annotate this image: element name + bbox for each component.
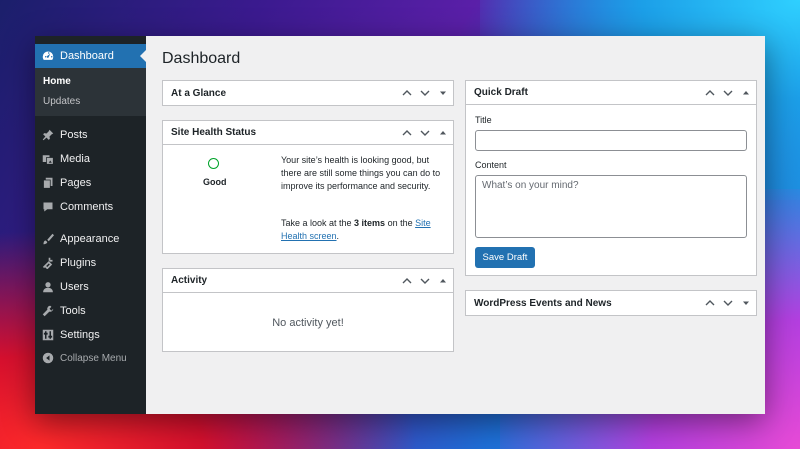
move-up-chevron-icon[interactable]: [401, 274, 413, 288]
sidebar-item-pages[interactable]: Pages: [35, 172, 146, 194]
widget-title: WordPress Events and News: [474, 297, 612, 309]
page-title: Dashboard: [162, 50, 241, 67]
toggle-caret-icon[interactable]: [437, 126, 449, 140]
sidebar-item-users[interactable]: Users: [35, 276, 146, 298]
widget-title: At a Glance: [171, 87, 227, 99]
settings-icon: [41, 329, 54, 342]
at-a-glance-widget: At a Glance: [162, 80, 454, 106]
sidebar-item-label: Posts: [60, 129, 88, 141]
widget-header[interactable]: WordPress Events and News: [466, 291, 756, 315]
comment-icon: [41, 201, 54, 214]
sidebar-item-dashboard[interactable]: Dashboard: [35, 44, 146, 68]
widget-controls: [704, 86, 752, 100]
move-up-chevron-icon[interactable]: [704, 86, 716, 100]
sidebar-item-label: Settings: [60, 329, 100, 341]
health-link-row: Take a look at the 3 items on the Site H…: [281, 217, 443, 243]
sidebar-item-label: Comments: [60, 201, 114, 213]
widget-controls: [401, 126, 449, 140]
site-health-widget: Site Health Status Good Your site’s heal…: [162, 120, 454, 254]
events-news-widget: WordPress Events and News: [465, 290, 757, 316]
widget-title: Quick Draft: [474, 87, 528, 98]
move-down-chevron-icon[interactable]: [722, 296, 734, 310]
move-up-chevron-icon[interactable]: [401, 126, 413, 140]
pin-icon: [41, 129, 54, 142]
wordpress-admin-window: Dashboard Home Updates Posts Media Pages: [35, 36, 765, 414]
sidebar-item-label: Users: [60, 281, 89, 293]
sidebar-item-label: Tools: [60, 305, 86, 317]
sidebar-item-label: Appearance: [60, 233, 120, 245]
plug-icon: [41, 257, 54, 270]
save-draft-button[interactable]: Save Draft: [475, 247, 535, 268]
health-link-mid: on the: [385, 218, 416, 228]
media-icon: [41, 153, 54, 166]
quick-draft-widget: Quick Draft Title Content What’s on your…: [465, 80, 757, 276]
move-down-chevron-icon[interactable]: [419, 274, 431, 288]
widget-title: Activity: [171, 275, 208, 286]
content-field-label: Content: [475, 160, 507, 170]
title-field-label: Title: [475, 115, 492, 125]
health-items-count: 3 items: [354, 218, 386, 228]
move-down-chevron-icon[interactable]: [722, 86, 734, 100]
collapse-menu-label: Collapse Menu: [60, 352, 127, 364]
sidebar-item-label: Plugins: [60, 257, 97, 269]
move-up-chevron-icon[interactable]: [401, 86, 413, 100]
move-down-chevron-icon[interactable]: [419, 86, 431, 100]
admin-sidebar: Dashboard Home Updates Posts Media Pages: [35, 36, 146, 414]
toggle-caret-icon[interactable]: [437, 274, 449, 288]
health-status-label: Good: [203, 177, 227, 187]
collapse-arrow-icon: [41, 352, 54, 365]
sidebar-item-appearance[interactable]: Appearance: [35, 228, 146, 250]
sidebar-item-tools[interactable]: Tools: [35, 300, 146, 322]
health-link-prefix: Take a look at the: [281, 218, 355, 228]
activity-widget: Activity No activity yet!: [162, 268, 454, 352]
toggle-caret-icon[interactable]: [740, 296, 752, 310]
user-icon: [41, 281, 54, 294]
widget-controls: [401, 86, 449, 100]
health-message: Your site’s health is looking good, but …: [281, 155, 441, 191]
move-up-chevron-icon[interactable]: [704, 296, 716, 310]
dashboard-content: Dashboard At a Glance Site Health Status: [146, 36, 765, 414]
no-activity-message: No activity yet!: [272, 317, 344, 329]
submenu-item-home[interactable]: Home: [43, 76, 71, 87]
widget-title: Site Health Status: [171, 127, 257, 138]
wrench-icon: [41, 305, 54, 318]
sidebar-item-label: Dashboard: [60, 50, 114, 62]
toggle-caret-icon[interactable]: [740, 86, 752, 100]
widget-header[interactable]: At a Glance: [163, 81, 453, 105]
draft-title-input[interactable]: [475, 130, 747, 151]
sidebar-item-comments[interactable]: Comments: [35, 196, 146, 218]
collapse-menu-button[interactable]: Collapse Menu: [35, 347, 146, 369]
widget-header[interactable]: Activity: [163, 269, 453, 293]
toggle-caret-icon[interactable]: [437, 86, 449, 100]
pages-icon: [41, 177, 54, 190]
draft-content-textarea[interactable]: What’s on your mind?: [475, 175, 747, 238]
sidebar-item-posts[interactable]: Posts: [35, 124, 146, 146]
sidebar-item-media[interactable]: Media: [35, 148, 146, 170]
health-link-suffix: .: [336, 231, 340, 241]
widget-header[interactable]: Quick Draft: [466, 81, 756, 105]
sidebar-item-settings[interactable]: Settings: [35, 324, 146, 346]
move-down-chevron-icon[interactable]: [419, 126, 431, 140]
submenu-item-updates[interactable]: Updates: [43, 96, 80, 107]
dashboard-gauge-icon: [41, 50, 54, 63]
health-status-circle-icon: [208, 158, 219, 169]
widget-header[interactable]: Site Health Status: [163, 121, 453, 145]
brush-icon: [41, 233, 54, 246]
sidebar-item-label: Pages: [60, 177, 92, 189]
widget-controls: [401, 274, 449, 288]
sidebar-item-plugins[interactable]: Plugins: [35, 252, 146, 274]
sidebar-item-label: Media: [60, 153, 90, 165]
dashboard-submenu: Home Updates: [35, 68, 146, 116]
widget-controls: [704, 296, 752, 310]
